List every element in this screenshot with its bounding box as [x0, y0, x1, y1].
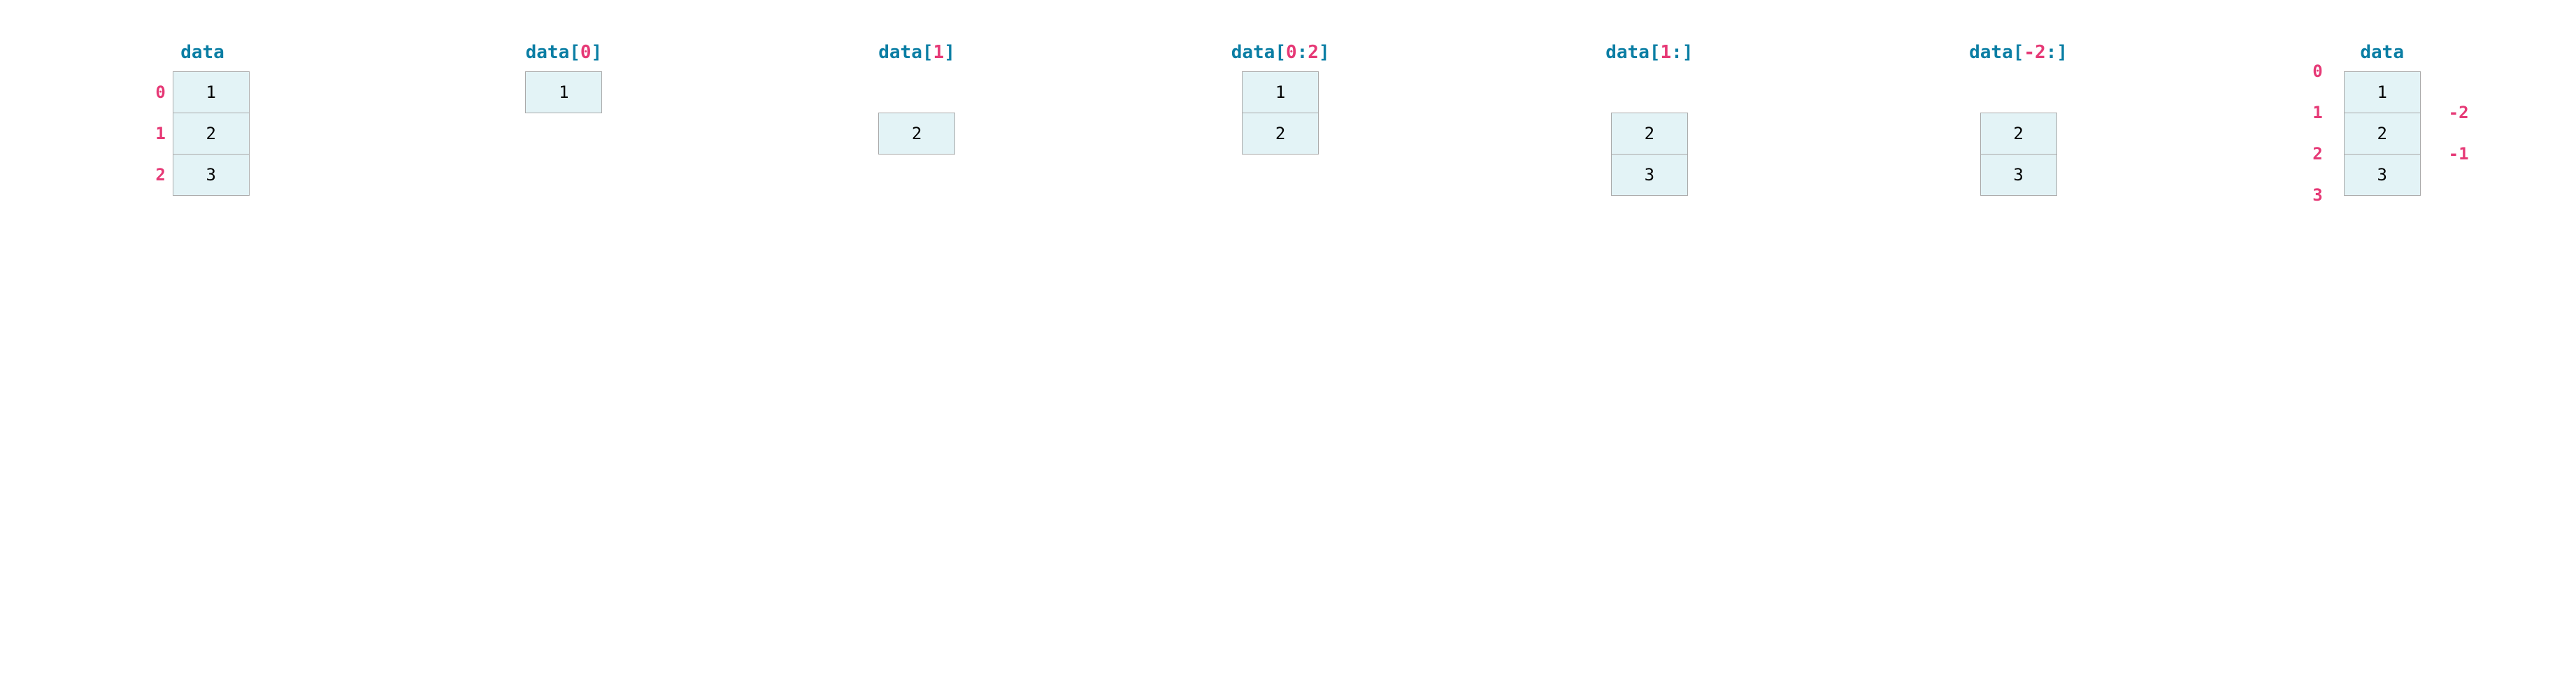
edge-label: 3 [2312, 185, 2322, 205]
grid-wrap: 1 [525, 71, 602, 196]
title-part: data [2360, 42, 2404, 63]
panel-title: data [2360, 42, 2404, 63]
title-part: ] [944, 42, 955, 63]
title-part: 0 [1286, 42, 1297, 63]
grid-wrap: 1230123-2-1 [2344, 71, 2421, 196]
index-label: 1 [155, 113, 165, 155]
data-cell: 2 [1611, 113, 1688, 155]
data-cell: 1 [2344, 71, 2421, 113]
panel-title: data[0:2] [1231, 42, 1330, 63]
cells-wrap: 123 [173, 71, 250, 196]
panel-5: data[-2:] 23 [1969, 42, 2068, 196]
data-cell: 3 [1980, 154, 2057, 196]
panel-title: data [180, 42, 224, 63]
title-part: 1 [933, 42, 945, 63]
title-part: data [1231, 42, 1275, 63]
grid-wrap: 012123 [155, 71, 249, 196]
edge-label: 2 [2312, 144, 2322, 164]
title-part: ] [1319, 42, 1330, 63]
panel-title: data[1] [878, 42, 955, 63]
data-cell: 1 [173, 71, 250, 113]
data-cell: 3 [2344, 154, 2421, 196]
spacer-cell [525, 154, 602, 196]
spacer-cell [525, 113, 602, 155]
cells: 2 [878, 71, 955, 196]
title-part: data [1969, 42, 2013, 63]
title-part: -2 [2024, 42, 2045, 63]
index-label: 2 [155, 154, 165, 196]
title-part: 1 [1661, 42, 1672, 63]
panel-title: data[1:] [1605, 42, 1693, 63]
cells-wrap: 12 [1242, 71, 1319, 196]
data-cell: 2 [878, 113, 955, 155]
cells-wrap: 2 [878, 71, 955, 196]
edge-label: -2 [2449, 103, 2469, 122]
cells: 23 [1611, 71, 1688, 196]
spacer-cell [1980, 71, 2057, 113]
data-cell: 2 [1242, 113, 1319, 155]
title-part: : [1671, 42, 1682, 63]
title-part: 0 [580, 42, 592, 63]
panel-title: data[0] [526, 42, 603, 63]
title-part: data [180, 42, 224, 63]
title-part: [ [569, 42, 580, 63]
spacer-cell [878, 154, 955, 196]
data-cell: 3 [173, 154, 250, 196]
title-part: 2 [1308, 42, 1319, 63]
panel-3: data[0:2]12 [1231, 42, 1330, 196]
spacer-cell [1611, 71, 1688, 113]
title-part: data [1605, 42, 1650, 63]
cells: 123 [2344, 71, 2421, 196]
index-label: 0 [155, 71, 165, 113]
edge-label: 0 [2312, 62, 2322, 81]
cells-wrap: 1 [525, 71, 602, 196]
title-part: [ [922, 42, 933, 63]
data-cell: 1 [525, 71, 602, 113]
edge-label: -1 [2449, 144, 2469, 164]
edge-label: 1 [2312, 103, 2322, 122]
panel-0: data012123 [155, 42, 249, 196]
data-cell: 2 [173, 113, 250, 155]
cells: 23 [1980, 71, 2057, 196]
panel-4: data[1:] 23 [1605, 42, 1693, 196]
grid-wrap: 12 [1242, 71, 1319, 196]
cells: 12 [1242, 71, 1319, 196]
title-part: [ [1275, 42, 1286, 63]
title-part: ] [1682, 42, 1694, 63]
title-part: ] [592, 42, 603, 63]
panel-2: data[1] 2 [878, 42, 955, 196]
spacer-cell [878, 71, 955, 113]
title-part: ] [2056, 42, 2068, 63]
title-part: data [526, 42, 570, 63]
title-part: [ [1650, 42, 1661, 63]
cells-wrap: 23 [1980, 71, 2057, 196]
cells: 123 [173, 71, 250, 196]
cells-wrap: 23 [1611, 71, 1688, 196]
title-part: : [1297, 42, 1308, 63]
title-part: [ [2013, 42, 2024, 63]
grid-wrap: 23 [1611, 71, 1688, 196]
data-cell: 3 [1611, 154, 1688, 196]
title-part: data [878, 42, 922, 63]
data-cell: 2 [1980, 113, 2057, 155]
grid-wrap: 2 [878, 71, 955, 196]
cells: 1 [525, 71, 602, 196]
panel-1: data[0] 1 [525, 42, 602, 196]
title-part: : [2046, 42, 2057, 63]
panel-6: data 1230123-2-1 [2344, 42, 2421, 196]
data-cell: 2 [2344, 113, 2421, 155]
spacer-cell [1242, 154, 1319, 196]
left-index-labels: 012 [155, 71, 165, 196]
data-cell: 1 [1242, 71, 1319, 113]
grid-wrap: 23 [1980, 71, 2057, 196]
panel-title: data[-2:] [1969, 42, 2068, 63]
cells-wrap: 1230123-2-1 [2344, 71, 2421, 196]
